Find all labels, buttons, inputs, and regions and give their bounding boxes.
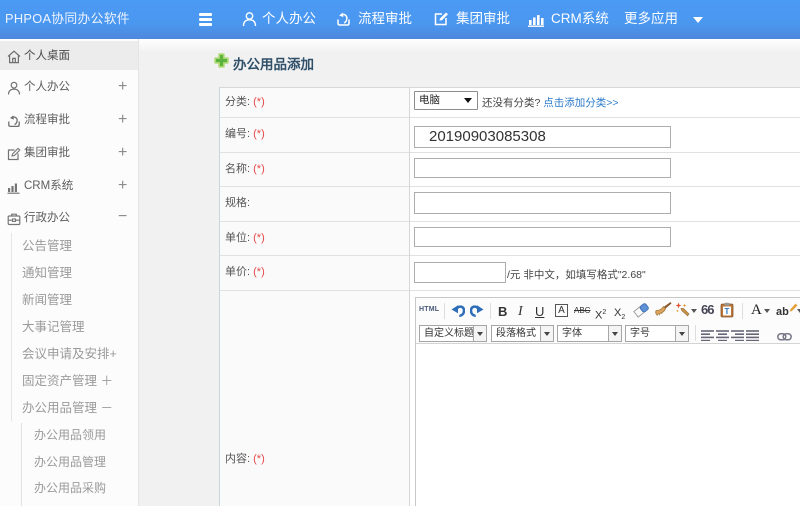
svg-text:T: T — [725, 307, 730, 316]
